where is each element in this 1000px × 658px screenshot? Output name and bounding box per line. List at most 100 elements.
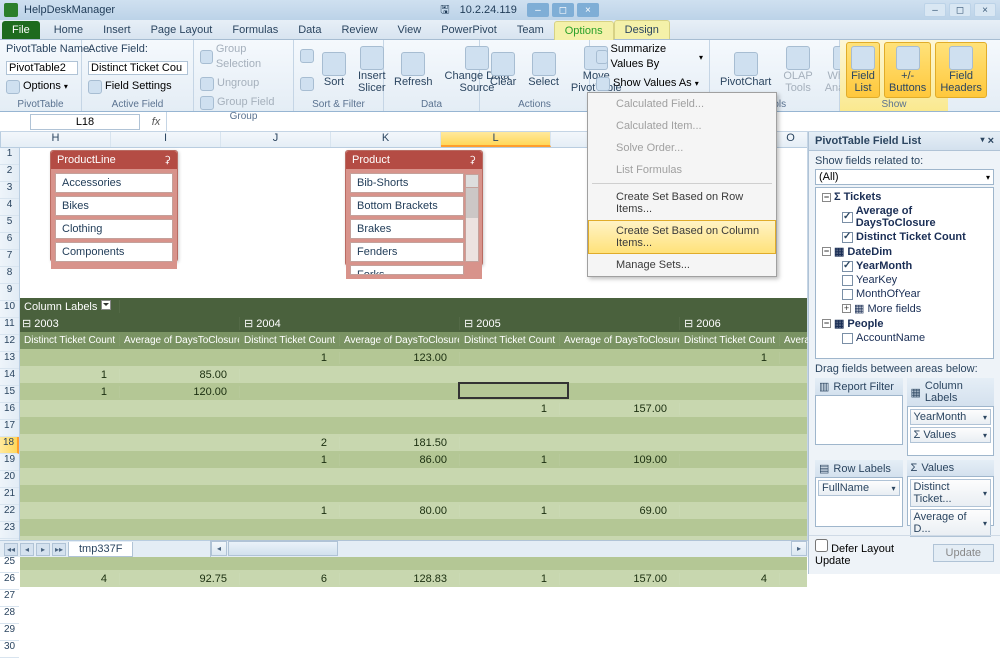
- close-icon[interactable]: ×: [988, 135, 994, 147]
- select-button[interactable]: Select: [524, 42, 563, 98]
- row-header[interactable]: 26: [0, 573, 19, 590]
- scroll-right-icon[interactable]: ▸: [791, 541, 807, 556]
- slicer-item[interactable]: Bottom Brackets: [350, 196, 464, 216]
- row-header[interactable]: 5: [0, 216, 19, 233]
- pivot-cell[interactable]: 4: [20, 573, 120, 585]
- pivot-measure-header[interactable]: Average of DaysToClosure: [560, 335, 680, 346]
- row-header[interactable]: 2: [0, 165, 19, 182]
- tree-field-node[interactable]: + ▦ More fields: [818, 301, 991, 316]
- tree-toggle-icon[interactable]: −: [822, 193, 831, 202]
- slicer-clear-icon[interactable]: ⚳: [164, 155, 171, 166]
- sort-asc-button[interactable]: [300, 49, 314, 63]
- row-header[interactable]: 21: [0, 488, 19, 505]
- pivot-column-labels[interactable]: Column Labels: [20, 300, 120, 313]
- tree-toggle-icon[interactable]: −: [822, 247, 831, 256]
- pivot-year[interactable]: ⊟ 2005: [460, 317, 680, 330]
- win-min[interactable]: –: [924, 3, 946, 17]
- field-headers-button[interactable]: Field Headers: [935, 42, 987, 98]
- col-header[interactable]: J: [221, 132, 331, 147]
- area-values[interactable]: Distinct Ticket...▾ Average of D...▾: [907, 476, 995, 526]
- defer-layout-checkbox[interactable]: Defer Layout Update: [815, 539, 933, 567]
- col-header[interactable]: I: [111, 132, 221, 147]
- field-checkbox[interactable]: [842, 212, 853, 223]
- row-header[interactable]: 28: [0, 607, 19, 624]
- quick-access-icon[interactable]: 🖫: [440, 1, 449, 20]
- col-header[interactable]: O: [771, 132, 811, 147]
- pivot-cell[interactable]: 69.00: [560, 505, 680, 517]
- formula-input[interactable]: [166, 112, 1000, 131]
- tree-table-node[interactable]: − ▦ DateDim: [818, 244, 991, 259]
- tab-home[interactable]: Home: [44, 21, 93, 39]
- slicer-clear-icon[interactable]: ⚳: [469, 155, 476, 166]
- pivot-cell[interactable]: 1: [680, 352, 780, 364]
- pivot-cell[interactable]: 1: [460, 505, 560, 517]
- menu-create-set-row[interactable]: Create Set Based on Row Items...: [588, 186, 776, 220]
- tab-options[interactable]: Options: [554, 21, 614, 40]
- pivot-cell[interactable]: 123.00: [340, 352, 460, 364]
- tree-field-node[interactable]: MonthOfYear: [818, 287, 991, 301]
- pivot-cell[interactable]: 80.00: [340, 505, 460, 517]
- dropdown-icon[interactable]: [101, 300, 111, 310]
- fx-icon[interactable]: fx: [146, 116, 166, 128]
- tab-review[interactable]: Review: [331, 21, 387, 39]
- win-min-remote[interactable]: –: [527, 3, 549, 17]
- tree-table-node[interactable]: − Σ Tickets: [818, 190, 991, 204]
- field-settings-button[interactable]: Field Settings: [88, 79, 187, 94]
- horizontal-scrollbar[interactable]: ◂ ▸: [210, 540, 807, 557]
- row-header[interactable]: 30: [0, 641, 19, 658]
- slicer-item[interactable]: Components: [55, 242, 173, 262]
- pivot-measure-header[interactable]: Distinct Ticket Count: [680, 335, 780, 346]
- pivot-year[interactable]: ⊟ 2006: [680, 317, 810, 330]
- tree-field-node[interactable]: Distinct Ticket Count: [818, 230, 991, 244]
- tab-file[interactable]: File: [2, 21, 40, 39]
- slicer-item[interactable]: Brakes: [350, 219, 464, 239]
- slicer-product[interactable]: Product⚳ Bib-Shorts Bottom Brackets Brak…: [345, 150, 483, 266]
- tree-field-node[interactable]: YearMonth: [818, 259, 991, 273]
- row-header[interactable]: 10: [0, 301, 19, 318]
- tab-view[interactable]: View: [388, 21, 432, 39]
- row-header[interactable]: 14: [0, 369, 19, 386]
- tab-insert[interactable]: Insert: [93, 21, 141, 39]
- pivot-cell[interactable]: 92.75: [120, 573, 240, 585]
- pivot-cell[interactable]: 1: [20, 386, 120, 398]
- sheet-nav-first[interactable]: ◂◂: [4, 543, 18, 556]
- pivot-cell[interactable]: 1: [460, 403, 560, 415]
- field-checkbox[interactable]: [842, 232, 853, 243]
- field-list-button[interactable]: Field List: [846, 42, 880, 98]
- row-header[interactable]: 27: [0, 590, 19, 607]
- row-header[interactable]: 19: [0, 454, 19, 471]
- field-tag[interactable]: FullName▾: [818, 480, 900, 496]
- pivot-cell[interactable]: 1: [20, 369, 120, 381]
- slicer-item[interactable]: Fenders: [350, 242, 464, 262]
- summarize-values-button[interactable]: Summarize Values By▾: [596, 42, 703, 72]
- sheet-nav-next[interactable]: ▸: [36, 543, 50, 556]
- tree-field-node[interactable]: YearKey: [818, 273, 991, 287]
- field-tag[interactable]: Average of D...▾: [910, 509, 992, 537]
- field-checkbox[interactable]: [842, 275, 853, 286]
- row-header[interactable]: 9: [0, 284, 19, 301]
- row-header[interactable]: 6: [0, 233, 19, 250]
- win-restore[interactable]: ◻: [949, 3, 971, 17]
- field-tag[interactable]: Distinct Ticket...▾: [910, 479, 992, 507]
- pivot-measure-header[interactable]: Distinct Ticket Count: [460, 335, 560, 346]
- tab-formulas[interactable]: Formulas: [222, 21, 288, 39]
- tab-page-layout[interactable]: Page Layout: [141, 21, 223, 39]
- pivottable-name-input[interactable]: [6, 61, 78, 75]
- scroll-up-icon[interactable]: [466, 175, 478, 188]
- pivot-cell[interactable]: 2: [240, 437, 340, 449]
- pivot-cell[interactable]: 6: [240, 573, 340, 585]
- area-column-labels[interactable]: YearMonth▾ Σ Values▾: [907, 406, 995, 456]
- field-tag[interactable]: Σ Values▾: [910, 427, 992, 443]
- pivot-year[interactable]: ⊟ 2003: [20, 317, 240, 330]
- tree-field-node[interactable]: AccountName: [818, 331, 991, 345]
- sheet-nav-prev[interactable]: ◂: [20, 543, 34, 556]
- pivot-cell[interactable]: 86.00: [340, 454, 460, 466]
- area-row-labels[interactable]: FullName▾: [815, 477, 903, 527]
- pivot-year[interactable]: ⊟ 2004: [240, 317, 460, 330]
- pivottable-options-button[interactable]: Options▾: [6, 79, 75, 94]
- pivot-cell[interactable]: 157.00: [560, 573, 680, 585]
- update-button[interactable]: Update: [933, 544, 994, 562]
- pivot-cell[interactable]: 1: [240, 505, 340, 517]
- dropdown-icon[interactable]: ▾: [981, 135, 985, 147]
- menu-manage-sets[interactable]: Manage Sets...: [588, 254, 776, 276]
